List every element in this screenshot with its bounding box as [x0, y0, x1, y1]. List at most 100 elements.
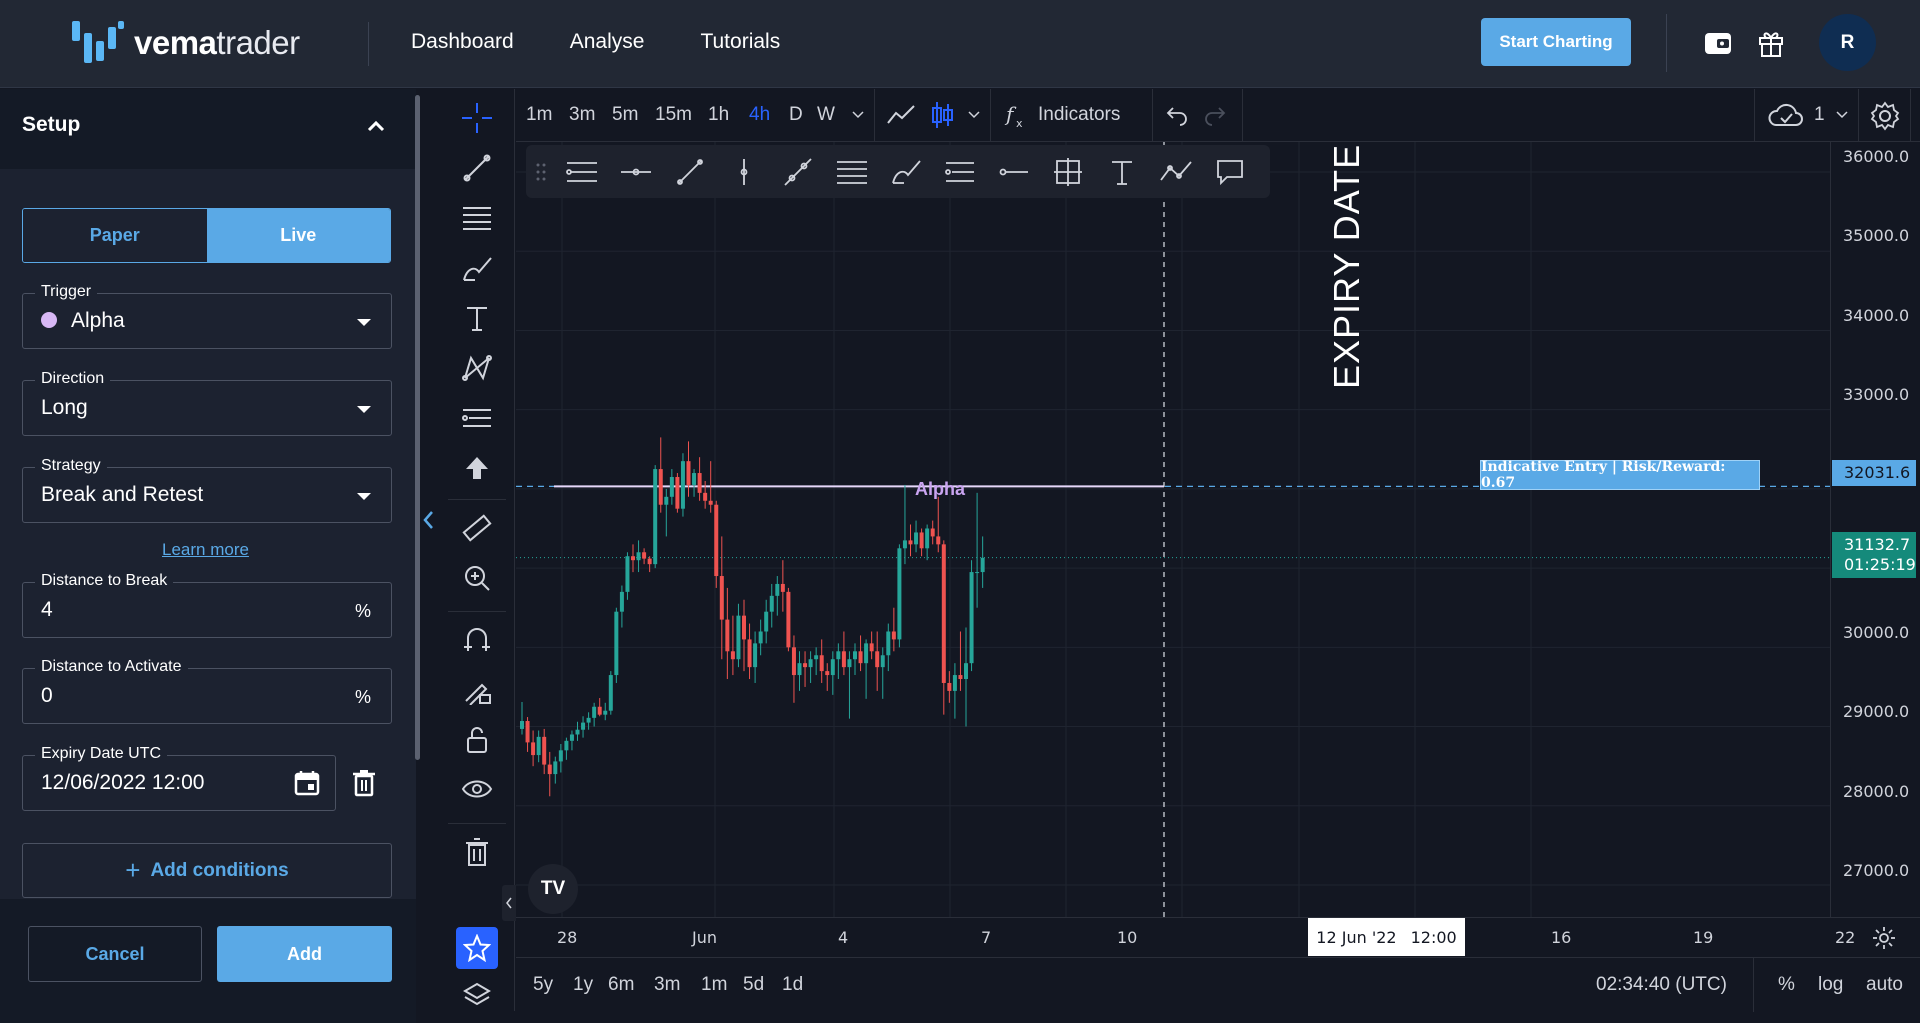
- text-tool-icon[interactable]: [1104, 154, 1140, 190]
- extended-line-icon[interactable]: [780, 154, 816, 190]
- candle-body: [742, 615, 746, 640]
- range-5d[interactable]: 5d: [743, 974, 764, 996]
- drag-handle-icon[interactable]: [536, 163, 546, 181]
- start-charting-button[interactable]: Start Charting: [1481, 18, 1631, 66]
- indicators-button[interactable]: Indicators: [1038, 104, 1120, 126]
- chevron-down-icon[interactable]: [1836, 111, 1848, 119]
- distance-activate-field[interactable]: Distance to Activate 0 %: [22, 658, 392, 724]
- fib-levels-icon[interactable]: [834, 154, 870, 190]
- function-icon[interactable]: fx: [1004, 101, 1030, 129]
- ruler-icon[interactable]: [458, 509, 496, 547]
- timeframe-1h[interactable]: 1h: [708, 104, 729, 126]
- add-button[interactable]: Add: [217, 926, 392, 982]
- candle-body: [930, 528, 935, 537]
- horizontal-ray-icon[interactable]: [618, 154, 654, 190]
- path-icon[interactable]: [1158, 154, 1194, 190]
- favorites-star-icon[interactable]: [456, 927, 498, 969]
- vertical-line-icon[interactable]: [726, 154, 762, 190]
- settings-gear-icon[interactable]: [1870, 101, 1900, 131]
- candles-icon[interactable]: [930, 99, 954, 131]
- range-3m[interactable]: 3m: [654, 974, 680, 996]
- tradingview-logo[interactable]: TV: [528, 864, 578, 914]
- position-tool-icon[interactable]: [942, 154, 978, 190]
- chevron-down-icon[interactable]: [968, 111, 980, 119]
- axis-settings-icon[interactable]: [1872, 926, 1896, 950]
- lock-icon[interactable]: [458, 721, 496, 759]
- range-1d[interactable]: 1d: [782, 974, 803, 996]
- calendar-icon[interactable]: [293, 769, 321, 797]
- chevron-down-icon[interactable]: [852, 111, 864, 119]
- mode-paper-button[interactable]: Paper: [23, 209, 207, 262]
- range-1y[interactable]: 1y: [573, 974, 593, 996]
- brush-icon[interactable]: [888, 154, 924, 190]
- utc-clock[interactable]: 02:34:40 (UTC): [1596, 974, 1727, 996]
- layers-icon[interactable]: [458, 975, 496, 1013]
- lock-drawing-icon[interactable]: [458, 671, 496, 709]
- measure-box-icon[interactable]: [1050, 154, 1086, 190]
- candle-body: [775, 583, 780, 596]
- direction-select[interactable]: Direction Long: [22, 370, 392, 436]
- timeframe-d[interactable]: D: [789, 104, 803, 126]
- text-tool-icon[interactable]: [458, 299, 496, 337]
- timeframe-15m[interactable]: 15m: [655, 104, 692, 126]
- percent-scale-toggle[interactable]: %: [1778, 974, 1795, 996]
- expiry-date-field[interactable]: Expiry Date UTC 12/06/2022 12:00: [22, 745, 336, 811]
- add-conditions-button[interactable]: + Add conditions: [22, 843, 392, 898]
- position-tool-icon[interactable]: [458, 399, 496, 437]
- arrow-up-icon[interactable]: [458, 449, 496, 487]
- cloud-save-icon[interactable]: [1768, 101, 1804, 129]
- magnet-icon[interactable]: [458, 621, 496, 659]
- redo-icon[interactable]: [1204, 104, 1226, 126]
- nav-analyse[interactable]: Analyse: [570, 30, 645, 54]
- gift-icon[interactable]: [1754, 26, 1788, 60]
- pattern-icon[interactable]: [458, 349, 496, 387]
- range-1m[interactable]: 1m: [701, 974, 727, 996]
- range-6m[interactable]: 6m: [608, 974, 634, 996]
- user-avatar[interactable]: R: [1819, 14, 1876, 71]
- eye-icon[interactable]: [458, 771, 496, 809]
- percent-unit: %: [354, 601, 371, 621]
- distance-break-field[interactable]: Distance to Break 4 %: [22, 572, 392, 638]
- price-axis[interactable]: 36000.0 35000.0 34000.0 33000.0 30000.0 …: [1830, 142, 1920, 917]
- expiry-value: 12/06/2022 12:00: [41, 771, 205, 794]
- crosshair-icon[interactable]: [458, 99, 496, 137]
- timeframe-w[interactable]: W: [817, 104, 835, 126]
- trend-line-icon[interactable]: [672, 154, 708, 190]
- toolbar-collapse-tab[interactable]: [502, 885, 516, 921]
- undo-icon[interactable]: [1166, 104, 1188, 126]
- strategy-select[interactable]: Strategy Break and Retest: [22, 457, 392, 523]
- trash-icon[interactable]: [458, 833, 496, 871]
- auto-scale-toggle[interactable]: auto: [1866, 974, 1903, 996]
- brand-logo[interactable]: vematrader: [72, 18, 300, 68]
- line-chart-icon[interactable]: [886, 101, 916, 129]
- nav-dashboard[interactable]: Dashboard: [411, 30, 514, 54]
- price-chart[interactable]: [516, 142, 1831, 917]
- comment-icon[interactable]: [1212, 154, 1248, 190]
- time-axis[interactable]: 28 Jun 4 7 10 12 Jun '22 12:00 16 19 22: [516, 917, 1920, 957]
- timeframe-5m[interactable]: 5m: [612, 104, 638, 126]
- chevron-up-icon[interactable]: [364, 115, 388, 139]
- collapse-panel-tab[interactable]: [416, 468, 440, 572]
- panel-scrollbar[interactable]: [415, 95, 420, 760]
- toolbar-divider: [1910, 89, 1911, 142]
- nav-tutorials[interactable]: Tutorials: [700, 30, 780, 54]
- cancel-button[interactable]: Cancel: [28, 926, 202, 982]
- timeframe-4h[interactable]: 4h: [749, 104, 770, 126]
- learn-more-link[interactable]: Learn more: [162, 540, 249, 560]
- horizontal-line-icon[interactable]: [996, 154, 1032, 190]
- setup-header[interactable]: Setup: [0, 89, 416, 169]
- mode-live-button[interactable]: Live: [206, 209, 390, 262]
- parallel-channel-icon[interactable]: [564, 154, 600, 190]
- trigger-select[interactable]: Trigger Alpha: [22, 283, 392, 349]
- fib-retracement-icon[interactable]: [458, 199, 496, 237]
- timeframe-3m[interactable]: 3m: [569, 104, 595, 126]
- log-scale-toggle[interactable]: log: [1818, 974, 1843, 996]
- delete-expiry-icon[interactable]: [352, 769, 376, 797]
- indicative-entry-label[interactable]: Indicative Entry | Risk/Reward: 0.67: [1480, 459, 1760, 491]
- range-5y[interactable]: 5y: [533, 974, 553, 996]
- trend-line-icon[interactable]: [458, 149, 496, 187]
- brush-icon[interactable]: [458, 249, 496, 287]
- wallet-icon[interactable]: [1701, 26, 1735, 60]
- zoom-in-icon[interactable]: [458, 559, 496, 597]
- timeframe-1m[interactable]: 1m: [526, 104, 552, 126]
